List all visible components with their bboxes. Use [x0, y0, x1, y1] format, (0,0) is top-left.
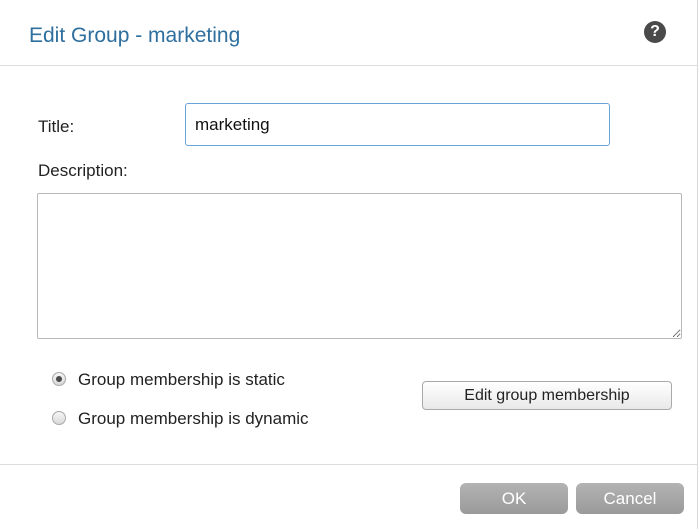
- membership-dynamic-option[interactable]: Group membership is dynamic: [52, 408, 309, 430]
- radio-dynamic-label: Group membership is dynamic: [78, 409, 309, 428]
- radio-dynamic-button[interactable]: [52, 411, 66, 425]
- radio-static-label: Group membership is static: [78, 370, 285, 389]
- description-textarea[interactable]: [37, 193, 682, 339]
- description-label: Description:: [38, 161, 128, 180]
- membership-static-option[interactable]: Group membership is static: [52, 369, 285, 391]
- dialog-title: Edit Group - marketing: [29, 24, 241, 47]
- dialog-header: Edit Group - marketing ?: [0, 0, 697, 66]
- edit-group-membership-button[interactable]: Edit group membership: [422, 381, 672, 410]
- cancel-button[interactable]: Cancel: [576, 483, 684, 514]
- help-icon[interactable]: ?: [644, 21, 666, 43]
- title-label: Title:: [38, 117, 75, 136]
- footer-divider: [0, 464, 697, 465]
- title-input[interactable]: [185, 103, 610, 146]
- ok-button[interactable]: OK: [460, 483, 568, 514]
- radio-static-button[interactable]: [52, 372, 66, 386]
- edit-group-dialog: Edit Group - marketing ? Title: Descript…: [0, 0, 698, 529]
